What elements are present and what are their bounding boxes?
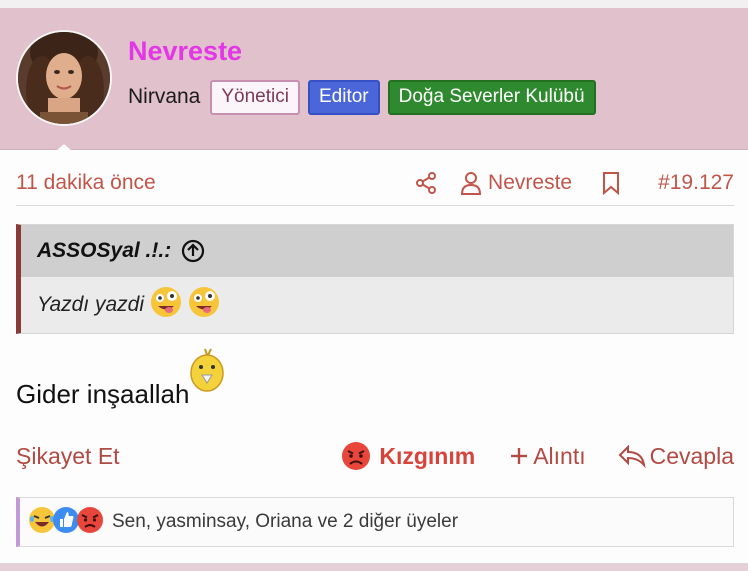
quote-button[interactable]: Alıntı [509, 442, 586, 470]
author-link-label: Nevreste [488, 170, 573, 194]
author-link[interactable]: Nevreste [460, 171, 572, 195]
avatar-image [18, 32, 110, 124]
quote-label: Alıntı [533, 442, 586, 469]
angry-face-icon [341, 441, 371, 471]
badge-editor: Editor [307, 80, 380, 115]
share-icon[interactable] [414, 171, 438, 195]
bottom-divider [0, 563, 748, 571]
reaction-label: Kızgınım [379, 442, 476, 469]
user-icon [460, 171, 482, 195]
badge-admin: Yönetici [210, 80, 300, 115]
quote-block: ASSOSyal .!.: Yazdı yazdi [16, 224, 734, 334]
reaction-icons [28, 506, 103, 539]
user-header: Nevreste Nirvana Yönetici Editor Doğa Se… [0, 8, 748, 158]
quote-text: Yazdı yazdi [37, 293, 144, 316]
user-info: Nirvana Yönetici Editor Doğa Severler Ku… [128, 80, 596, 115]
praying-chick-icon [189, 347, 225, 400]
badge-club: Doğa Severler Kulübü [387, 80, 596, 115]
plus-icon [509, 446, 529, 466]
top-divider [0, 0, 748, 8]
reply-icon [618, 444, 646, 468]
reaction-summary[interactable]: Sen, yasminsay, Oriana ve 2 diğer üyeler [112, 511, 458, 533]
bookmark-icon[interactable] [602, 171, 620, 195]
reply-label: Cevapla [649, 442, 734, 469]
header-pointer [48, 144, 80, 158]
zany-face-icon [188, 286, 220, 324]
post-actions: Şikayet Et Kızgınım Alıntı Cevapla [16, 436, 734, 476]
avatar[interactable] [16, 30, 112, 126]
post-message: Gider inşaallah [16, 347, 225, 410]
forum-post: Nevreste Nirvana Yönetici Editor Doğa Se… [0, 0, 748, 571]
zany-face-icon [150, 286, 182, 324]
reply-button[interactable]: Cevapla [618, 443, 734, 470]
reactions-bar[interactable]: Sen, yasminsay, Oriana ve 2 diğer üyeler [16, 497, 734, 547]
post-meta: 11 dakika önce Nevreste #19.127 [16, 160, 734, 206]
quote-author[interactable]: ASSOSyal .!.: [37, 239, 171, 263]
reaction-button[interactable]: Kızgınım [341, 441, 475, 471]
post-number[interactable]: #19.127 [658, 171, 734, 195]
report-link[interactable]: Şikayet Et [16, 443, 341, 470]
user-title: Nirvana [128, 85, 201, 109]
quote-header: ASSOSyal .!.: [21, 225, 733, 277]
message-text: Gider inşaallah [16, 379, 190, 409]
username[interactable]: Nevreste [128, 36, 242, 67]
quote-content: Yazdı yazdi [21, 277, 733, 333]
angry-face-icon [76, 506, 104, 539]
arrow-up-circle-icon[interactable] [181, 239, 205, 263]
post-time[interactable]: 11 dakika önce [16, 171, 414, 195]
